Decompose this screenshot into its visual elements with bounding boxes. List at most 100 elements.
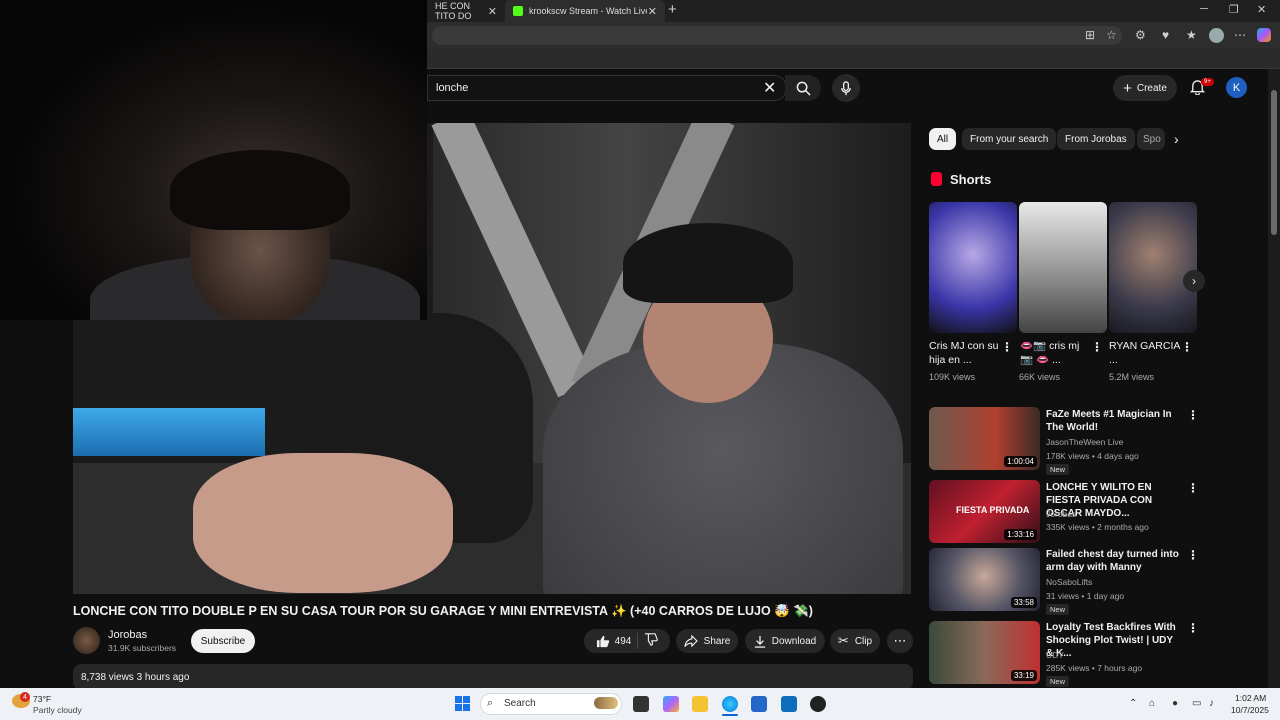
short-title[interactable]: RYAN GARCIA ... (1109, 339, 1181, 367)
scene-cap (623, 223, 793, 303)
account-avatar[interactable]: K (1226, 77, 1247, 98)
video-duration: 33:58 (1010, 597, 1037, 608)
new-tab-icon[interactable]: + (668, 1, 677, 18)
more-vertical-icon[interactable]: ⋮ (1091, 341, 1103, 353)
clip-button[interactable]: ✂ Clip (830, 629, 880, 653)
thumbs-down-icon (645, 633, 659, 646)
short-thumbnail[interactable] (1109, 202, 1197, 333)
scissors-icon: ✂ (837, 633, 849, 648)
webcam-overlay (0, 0, 427, 320)
file-explorer-icon[interactable] (692, 696, 708, 712)
more-actions-button[interactable]: ⋯ (887, 629, 913, 653)
edge-icon[interactable] (722, 696, 738, 712)
short-views: 109K views (929, 372, 976, 382)
search-input[interactable]: lonche (427, 75, 787, 101)
channel-name[interactable]: JasonTheWeen Live (1046, 437, 1123, 447)
more-vertical-icon[interactable]: ⋮ (1187, 549, 1199, 561)
chip-sports[interactable]: Spo (1137, 128, 1165, 150)
browser-essentials-icon[interactable]: ♥ (1162, 28, 1169, 42)
video-title-link[interactable]: Loyalty Test Backfires With Shocking Plo… (1046, 621, 1181, 660)
more-vertical-icon[interactable]: ⋮ (1187, 622, 1199, 634)
more-vertical-icon[interactable]: ⋮ (1001, 341, 1013, 353)
channel-name[interactable]: NoSaboLifts (1046, 577, 1092, 587)
download-label: Download (771, 635, 817, 647)
task-view-icon[interactable] (633, 696, 649, 712)
description-box[interactable] (73, 664, 913, 690)
channel-name[interactable]: Jorobas (108, 629, 147, 641)
channel-avatar[interactable] (73, 627, 100, 654)
close-tab-icon[interactable]: ✕ (488, 5, 497, 18)
display-icon[interactable]: ▭ (1192, 698, 1201, 709)
video-duration: 33:19 (1010, 670, 1037, 681)
short-thumbnail[interactable] (929, 202, 1017, 333)
chip-from-your-search[interactable]: From your search (962, 128, 1057, 150)
browser-tab-video[interactable]: HE CON TITO DO ✕ (427, 0, 505, 22)
scrollbar-thumb[interactable] (1271, 90, 1277, 235)
microphone-icon[interactable]: ● (1172, 698, 1178, 709)
browser-tab-kick[interactable]: krookscw Stream - Watch Live on ✕ (505, 0, 665, 22)
store-icon[interactable] (751, 696, 767, 712)
video-title-link[interactable]: FaZe Meets #1 Magician In The World! (1046, 408, 1181, 434)
shorts-icon (931, 172, 942, 186)
download-icon (754, 635, 765, 648)
favorites-icon[interactable]: ★ (1186, 28, 1197, 42)
copilot-icon[interactable] (1257, 28, 1271, 42)
create-button[interactable]: + Create (1113, 75, 1177, 101)
channel-name[interactable]: Jorobas (1046, 509, 1076, 519)
download-button[interactable]: Download (745, 629, 825, 653)
video-meta: 335K views • 2 months ago (1046, 522, 1149, 532)
copilot-app-icon[interactable] (663, 696, 679, 712)
chip-from-jorobas[interactable]: From Jorobas (1057, 128, 1135, 150)
volume-icon[interactable]: ♪ (1209, 698, 1214, 709)
close-window-icon[interactable]: ✕ (1257, 3, 1266, 16)
short-title[interactable]: 👄📷 cris mj 📷 👄 ... (1020, 339, 1092, 367)
video-thumbnail[interactable]: 33:19 (929, 621, 1040, 684)
chevron-up-icon[interactable]: ⌃ (1129, 698, 1137, 709)
subscribe-button[interactable]: Subscribe (191, 629, 255, 653)
chip-all[interactable]: All (929, 128, 957, 150)
address-field[interactable] (432, 26, 1122, 45)
video-thumbnail[interactable]: 1:00:04 (929, 407, 1040, 470)
short-title[interactable]: Cris MJ con su hija en ... (929, 339, 1001, 367)
voice-search-button[interactable] (832, 74, 860, 102)
dislike-button[interactable] (644, 633, 659, 649)
video-thumbnail[interactable]: FIESTA PRIVADA 1:33:16 (929, 480, 1040, 543)
start-button[interactable] (455, 696, 470, 711)
notification-count-badge: 9+ (1201, 78, 1214, 86)
short-thumbnail[interactable] (1019, 202, 1107, 333)
close-tab-icon[interactable]: ✕ (648, 5, 657, 18)
video-duration: 1:33:16 (1004, 529, 1037, 540)
search-button[interactable] (785, 75, 821, 101)
weather-temperature[interactable]: 73°F (33, 694, 51, 704)
more-vertical-icon[interactable]: ⋮ (1181, 341, 1193, 353)
clear-search-icon[interactable]: ✕ (763, 78, 776, 98)
outlook-icon[interactable] (781, 696, 797, 712)
shorts-next-button[interactable]: › (1183, 270, 1205, 292)
clock-date[interactable]: 10/7/2025 (1231, 705, 1269, 715)
minimize-icon[interactable]: ─ (1200, 3, 1208, 15)
chips-next-icon[interactable]: › (1174, 131, 1179, 147)
profile-avatar[interactable] (1209, 28, 1224, 43)
share-button[interactable]: Share (676, 629, 738, 653)
weather-description[interactable]: Partly cloudy (33, 705, 82, 715)
thumbnail-overlay-text: FIESTA PRIVADA (956, 505, 1030, 515)
channel-name[interactable]: UDY (1046, 650, 1064, 660)
more-options-icon[interactable]: ⋯ (1234, 28, 1246, 42)
more-vertical-icon[interactable]: ⋮ (1187, 409, 1199, 421)
clock-time[interactable]: 1:02 AM (1235, 693, 1266, 703)
like-count: 494 (614, 635, 632, 647)
scene-pool (73, 408, 265, 456)
favorite-star-icon[interactable]: ☆ (1106, 28, 1117, 42)
network-icon[interactable]: ⌂ (1149, 698, 1155, 709)
app-available-icon[interactable]: ⊞ (1085, 28, 1095, 42)
restore-icon[interactable]: ❐ (1229, 3, 1239, 16)
extensions-icon[interactable]: ⚙ (1135, 28, 1146, 42)
like-button[interactable]: 494 (596, 635, 632, 648)
video-title-link[interactable]: Failed chest day turned into arm day wit… (1046, 548, 1181, 574)
views-and-date: 8,738 views 3 hours ago (81, 672, 190, 683)
more-vertical-icon[interactable]: ⋮ (1187, 482, 1199, 494)
search-icon (796, 81, 811, 96)
app-icon[interactable] (810, 696, 826, 712)
new-badge: New (1046, 604, 1070, 615)
video-thumbnail[interactable]: 33:58 (929, 548, 1040, 611)
